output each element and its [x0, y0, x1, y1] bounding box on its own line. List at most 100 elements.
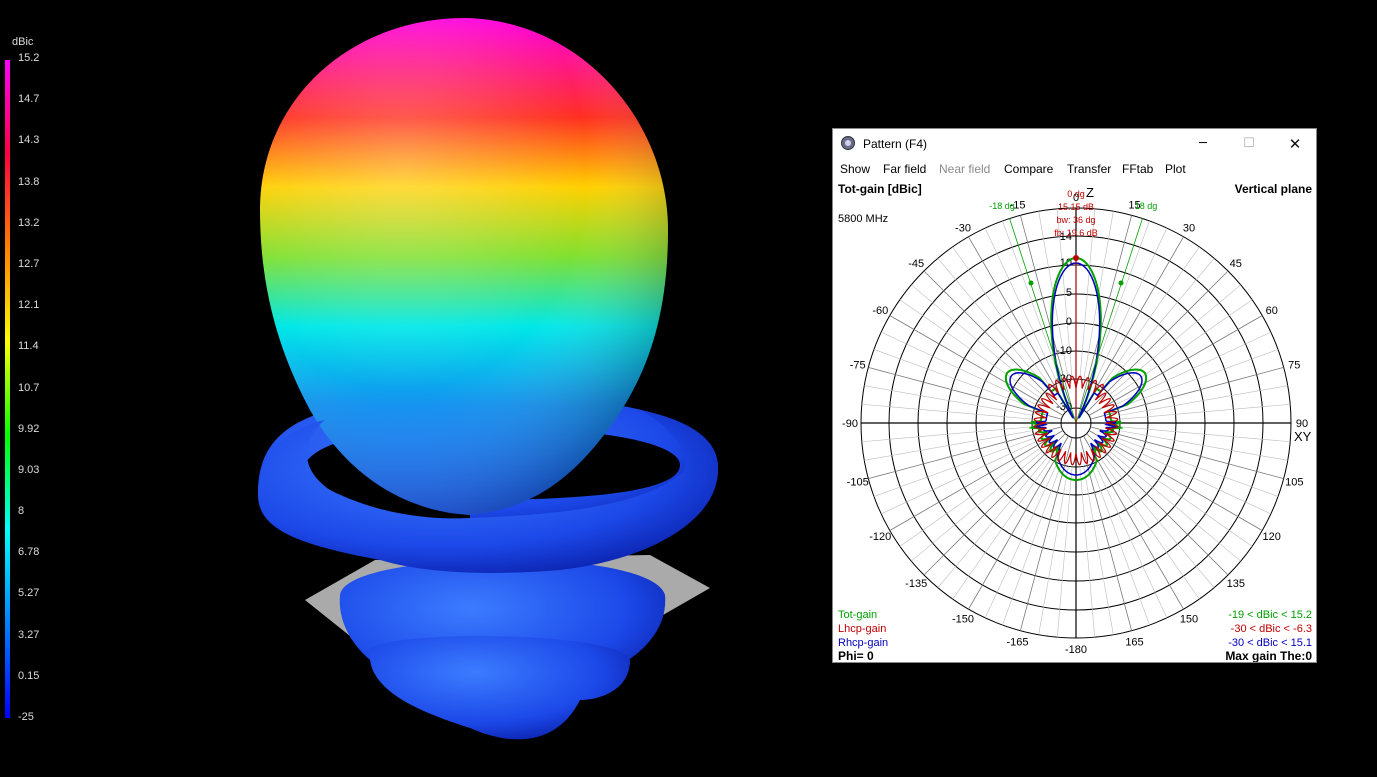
polar-grid-spoke	[937, 258, 1048, 390]
polar-grid-spoke	[952, 246, 1052, 388]
series-legend-name: Lhcp-gain	[838, 623, 886, 635]
angle-label: -75	[850, 360, 866, 372]
legend-tick-label: 12.7	[18, 257, 40, 270]
z-axis-label: Z	[1086, 185, 1094, 200]
series-legend-name: Tot-gain	[838, 609, 877, 621]
angle-label: -150	[952, 614, 974, 626]
angle-label: 150	[1180, 614, 1198, 626]
legend-tick-label: 6.78	[18, 546, 40, 559]
app-icon[interactable]	[841, 136, 855, 150]
polar-grid-spoke	[1111, 447, 1253, 547]
legend-tick-label: 3.27	[18, 628, 40, 641]
menu-show[interactable]: Show	[840, 162, 870, 176]
angle-label: -165	[1006, 636, 1028, 648]
legend-tick-label: 13.2	[18, 216, 40, 229]
legend-tick-label: 13.8	[18, 175, 40, 188]
plot-title: Tot-gain [dBic]	[838, 182, 922, 196]
legend-tick-label: 14.7	[18, 93, 40, 106]
menu-plot[interactable]: Plot	[1165, 162, 1186, 176]
minimize-button[interactable]: ─	[1180, 129, 1226, 159]
polar-grid-spoke	[868, 426, 1062, 480]
polar-grid-spoke	[1111, 299, 1253, 399]
polar-grid-spoke	[1094, 462, 1168, 618]
close-button[interactable]: ✕	[1272, 129, 1318, 159]
menu-far-field[interactable]: Far field	[883, 162, 926, 176]
polar-plot[interactable]: 0153045607590105120135150165-180-165-150…	[834, 180, 1316, 662]
angle-label: 105	[1285, 476, 1303, 488]
beamwidth-marker-left	[1028, 280, 1034, 286]
back-lobe-bottom	[369, 636, 630, 740]
polar-grid-spoke	[1086, 270, 1229, 413]
beamwidth-marker-right	[1118, 280, 1124, 286]
plane-label: Vertical plane	[1235, 182, 1313, 196]
polar-grid-spoke	[1090, 426, 1284, 480]
polar-grid-spoke	[937, 456, 1048, 588]
polar-grid-spoke	[899, 299, 1041, 399]
polar-grid-spoke	[1104, 456, 1215, 588]
angle-label: -45	[908, 258, 924, 270]
polar-grid-spoke	[881, 441, 1037, 515]
legend-tick-label: 10.7	[18, 381, 40, 394]
pattern-window[interactable]: Pattern (F4) ─ ☐ ✕ Show Far field Near f…	[832, 128, 1317, 663]
color-scale-bar	[5, 60, 10, 718]
polar-grid-spoke	[1090, 464, 1150, 626]
color-scale-legend: dBic 15.2 14.7 14.3 13.8 13.2 12.7 12.1 11.4 10.…	[0, 0, 80, 777]
angle-label: -105	[847, 476, 869, 488]
legend-tick-label: 8	[18, 505, 25, 518]
series-legend-range: -30 < dBic < -6.3	[1231, 623, 1312, 635]
angle-label: -90	[842, 418, 858, 430]
gain-ring-label: -10	[1056, 345, 1072, 357]
max-gain-marker	[1073, 255, 1079, 261]
peak-info-line: fb: 19.6 dB	[1054, 228, 1098, 238]
angle-label: 45	[1230, 258, 1242, 270]
polar-grid-spoke	[1109, 284, 1241, 395]
angle-label: 75	[1288, 360, 1300, 372]
beam-marker-left-label: -18 dg	[989, 201, 1015, 211]
legend-tick-label: -25	[18, 711, 34, 723]
legend-unit-label: dBic	[12, 36, 34, 48]
polar-grid-spoke	[1019, 437, 1073, 631]
polar-grid-spoke	[911, 284, 1043, 395]
menu-transfer[interactable]: Transfer	[1067, 162, 1111, 176]
series-legend-name: Rhcp-gain	[838, 637, 888, 649]
legend-tick-label: 0.15	[18, 669, 40, 682]
menu-bar: Show Far field Near field Compare Transf…	[833, 159, 1316, 179]
polar-plot-area[interactable]: 0 15 30 45 60 75 90 105 120 135 150 165 -180 -165 -150…	[834, 180, 1316, 662]
polar-grid-spoke	[873, 437, 1035, 497]
polar-grid-spoke	[899, 447, 1041, 547]
legend-tick-label: 14.3	[18, 134, 40, 147]
menu-near-field: Near field	[939, 162, 991, 176]
legend-tick-label: 9.92	[18, 422, 40, 435]
legend-tick-label: 11.4	[18, 340, 39, 353]
polar-grid-spoke	[1094, 228, 1168, 384]
polar-grid-spoke	[984, 228, 1058, 384]
gain-ring-label: 5	[1066, 287, 1072, 299]
angle-label: 60	[1266, 305, 1278, 317]
polar-grid-spoke	[1117, 437, 1279, 497]
gain-ring-label: 0	[1066, 316, 1072, 328]
title-bar[interactable]: Pattern (F4) ─ ☐ ✕	[833, 129, 1316, 159]
polar-grid-spoke	[1115, 441, 1271, 515]
polar-grid-spoke	[1079, 437, 1133, 631]
max-gain-label: Max gain The:0	[1225, 649, 1312, 662]
angle-label: 120	[1263, 531, 1281, 543]
polar-grid-spoke	[1079, 215, 1133, 409]
angle-label: -120	[869, 531, 891, 543]
polar-grid-spoke	[952, 458, 1052, 600]
maximize-button[interactable]: ☐	[1226, 129, 1272, 159]
legend-tick-label: 12.1	[18, 299, 40, 312]
polar-grid-spoke	[1086, 433, 1229, 576]
polar-grid-spoke	[1109, 451, 1241, 562]
polar-grid-spoke	[984, 462, 1058, 618]
angle-label: 165	[1125, 636, 1143, 648]
angle-label: -135	[905, 578, 927, 590]
series-legend-range: -30 < dBic < 15.1	[1228, 637, 1312, 649]
menu-compare[interactable]: Compare	[1004, 162, 1053, 176]
angle-label: -30	[955, 222, 971, 234]
peak-info-line: 15.15 dB	[1058, 202, 1094, 212]
beamwidth-line	[1075, 218, 1143, 424]
polar-grid-spoke	[923, 433, 1066, 576]
beam-marker-right-label: 18 dg	[1135, 201, 1158, 211]
series-legend-range: -19 < dBic < 15.2	[1228, 609, 1312, 621]
menu-fftab[interactable]: FFtab	[1122, 162, 1153, 176]
